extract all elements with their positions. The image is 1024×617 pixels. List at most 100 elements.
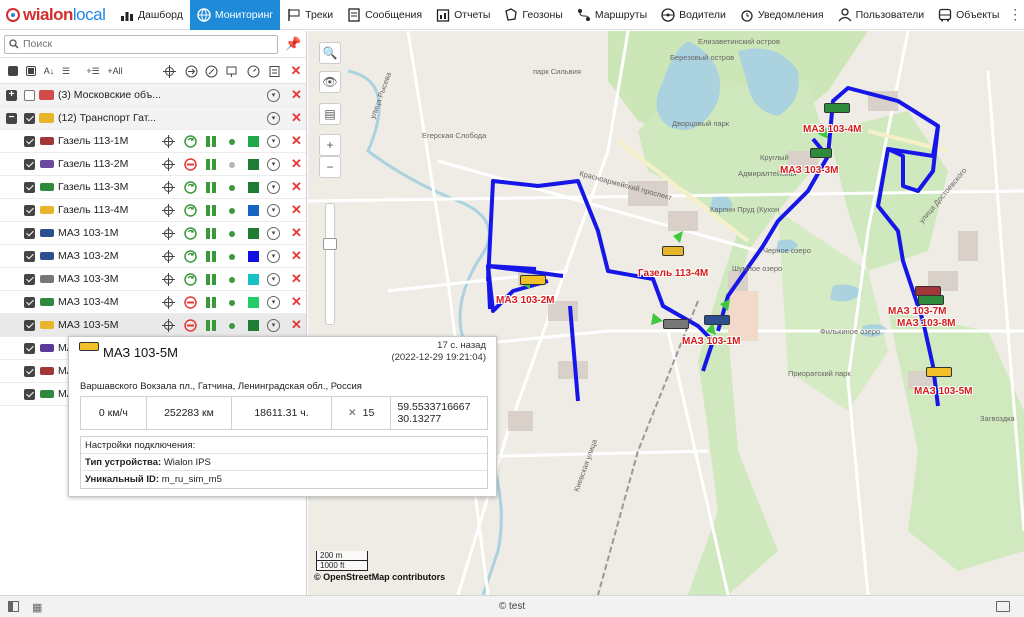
locate-unit-icon[interactable] <box>162 135 175 148</box>
unit-checkbox[interactable] <box>24 366 35 377</box>
expand-icon[interactable]: + <box>6 90 17 101</box>
remove-group-icon[interactable]: ✕ <box>291 110 302 126</box>
unit-row[interactable]: Газель 113-3М ▾ ✕ <box>0 176 306 199</box>
map-unit-label[interactable]: МАЗ 103-4М <box>803 124 862 135</box>
stopped-icon[interactable] <box>184 296 197 309</box>
zoom-out-button[interactable]: − <box>319 156 341 178</box>
unit-menu-icon[interactable]: ▾ <box>267 204 280 217</box>
map-visibility-icon[interactable]: 👁 <box>319 71 341 93</box>
sort-list-icon[interactable]: ☰ <box>59 64 73 78</box>
remove-unit-icon[interactable]: ✕ <box>291 225 302 241</box>
unit-name[interactable]: Газель 113-1М <box>58 135 128 147</box>
locate-unit-icon[interactable] <box>162 250 175 263</box>
bus-marker-maz-103-8m[interactable] <box>918 295 944 305</box>
map-unit-label[interactable]: МАЗ 103-2М <box>496 295 555 306</box>
unit-row[interactable]: МАЗ 103-4М ▾ ✕ <box>0 291 306 314</box>
zoom-handle[interactable] <box>323 238 337 250</box>
stopped-icon[interactable] <box>184 319 197 332</box>
unit-menu-icon[interactable]: ▾ <box>267 227 280 240</box>
remove-unit-icon[interactable]: ✕ <box>291 202 302 218</box>
properties-icon[interactable] <box>267 64 281 78</box>
unit-row[interactable]: МАЗ 103-2М ▾ ✕ <box>0 245 306 268</box>
current-user[interactable]: © test <box>0 601 1024 612</box>
bus-marker-maz-103-5m[interactable] <box>926 367 952 377</box>
track-color-swatch[interactable] <box>248 205 259 216</box>
nav-tab-3[interactable]: Сообщения <box>340 0 429 30</box>
bus-marker-maz-103-3[interactable] <box>663 319 689 329</box>
moving-icon[interactable] <box>184 250 197 263</box>
locate-unit-icon[interactable] <box>162 296 175 309</box>
track-color-swatch[interactable] <box>248 228 259 239</box>
unit-checkbox[interactable] <box>24 251 35 262</box>
nav-tab-8[interactable]: Уведомления <box>733 0 831 30</box>
remove-unit-icon[interactable]: ✕ <box>291 133 302 149</box>
unit-menu-icon[interactable]: ▾ <box>267 273 280 286</box>
unit-checkbox[interactable] <box>24 389 35 400</box>
unit-menu-icon[interactable]: ▾ <box>267 181 280 194</box>
bus-marker-maz-103-4m[interactable] <box>824 103 850 113</box>
unit-menu-icon[interactable]: ▾ <box>267 296 280 309</box>
bus-marker-maz-103-2m[interactable] <box>520 275 546 285</box>
nav-tab-5[interactable]: Геозоны <box>497 0 569 30</box>
nav-tab-4[interactable]: Отчеты <box>429 0 497 30</box>
commands-icon[interactable] <box>204 64 218 78</box>
map-layers-icon[interactable]: ▤ <box>319 103 341 125</box>
track-color-swatch[interactable] <box>248 159 259 170</box>
osm-attribution[interactable]: © OpenStreetMap contributors <box>314 572 445 582</box>
more-menu-icon[interactable]: ⋮ <box>1006 6 1024 23</box>
track-color-swatch[interactable] <box>248 251 259 262</box>
unit-row[interactable]: МАЗ 103-3М ▾ ✕ <box>0 268 306 291</box>
unit-menu-icon[interactable]: ▾ <box>267 135 280 148</box>
map-view[interactable]: 🔍 👁 ▤ + − Елизаветинский остров Березовы… <box>308 31 1024 595</box>
follow-icon[interactable] <box>184 64 198 78</box>
unit-name[interactable]: Газель 113-4М <box>58 204 128 216</box>
map-search-icon[interactable]: 🔍 <box>319 42 341 64</box>
bus-marker-gazel-113-4m[interactable] <box>662 246 684 256</box>
unit-checkbox[interactable] <box>24 205 35 216</box>
unit-name[interactable]: Газель 113-3М <box>58 181 128 193</box>
unit-checkbox[interactable] <box>24 320 35 331</box>
unit-name[interactable]: Газель 113-2М <box>58 158 128 170</box>
unit-checkbox[interactable] <box>24 343 35 354</box>
zoom-in-button[interactable]: + <box>319 134 341 156</box>
unit-row[interactable]: Газель 113-4М ▾ ✕ <box>0 199 306 222</box>
nav-tab-7[interactable]: Водители <box>654 0 733 30</box>
nav-tab-10[interactable]: Объекты <box>931 0 1006 30</box>
delete-all-icon[interactable]: ✕ <box>289 63 303 78</box>
sort-alphabet-icon[interactable]: A↓ <box>42 64 56 78</box>
remove-unit-icon[interactable]: ✕ <box>291 294 302 310</box>
connection-icon[interactable] <box>224 64 238 78</box>
track-color-swatch[interactable] <box>248 274 259 285</box>
nav-tab-1[interactable]: Мониторинг <box>189 0 281 30</box>
unit-checkbox[interactable] <box>24 136 35 147</box>
remove-group-icon[interactable]: ✕ <box>291 87 302 103</box>
speedometer-icon[interactable] <box>246 64 260 78</box>
locate-unit-icon[interactable] <box>162 158 175 171</box>
map-unit-label[interactable]: МАЗ 103-3М <box>780 165 839 176</box>
group-menu-icon[interactable]: ▾ <box>267 89 280 102</box>
unit-row[interactable]: Газель 113-1М ▾ ✕ <box>0 130 306 153</box>
locate-icon[interactable] <box>162 64 176 78</box>
bus-marker-maz-103-1m[interactable] <box>704 315 730 325</box>
unit-group-row[interactable]: + (3) Московские объ... ▾ ✕ <box>0 84 306 107</box>
group-checkbox[interactable] <box>24 113 35 124</box>
unit-row[interactable]: Газель 113-2М ▾ ✕ <box>0 153 306 176</box>
map-unit-label[interactable]: МАЗ 103-5М <box>914 386 973 397</box>
track-color-swatch[interactable] <box>248 136 259 147</box>
unit-row[interactable]: МАЗ 103-1М ▾ ✕ <box>0 222 306 245</box>
keyboard-icon[interactable] <box>996 601 1010 612</box>
wialon-logo[interactable]: wialon local <box>0 0 113 30</box>
add-all-icon[interactable]: +All <box>107 64 122 78</box>
remove-unit-icon[interactable]: ✕ <box>291 156 302 172</box>
remove-unit-icon[interactable]: ✕ <box>291 271 302 287</box>
nav-tab-9[interactable]: Пользователи <box>831 0 932 30</box>
unit-name[interactable]: МАЗ 103-1М <box>58 227 119 239</box>
search-input[interactable] <box>23 38 263 50</box>
map-unit-label[interactable]: МАЗ 103-1М <box>682 336 741 347</box>
moving-icon[interactable] <box>184 227 197 240</box>
search-box[interactable] <box>4 34 278 54</box>
moving-icon[interactable] <box>184 273 197 286</box>
select-all-icon[interactable] <box>6 64 20 78</box>
map-unit-label[interactable]: Газель 113-4М <box>638 268 708 279</box>
nav-tab-0[interactable]: Дашборд <box>113 0 190 30</box>
